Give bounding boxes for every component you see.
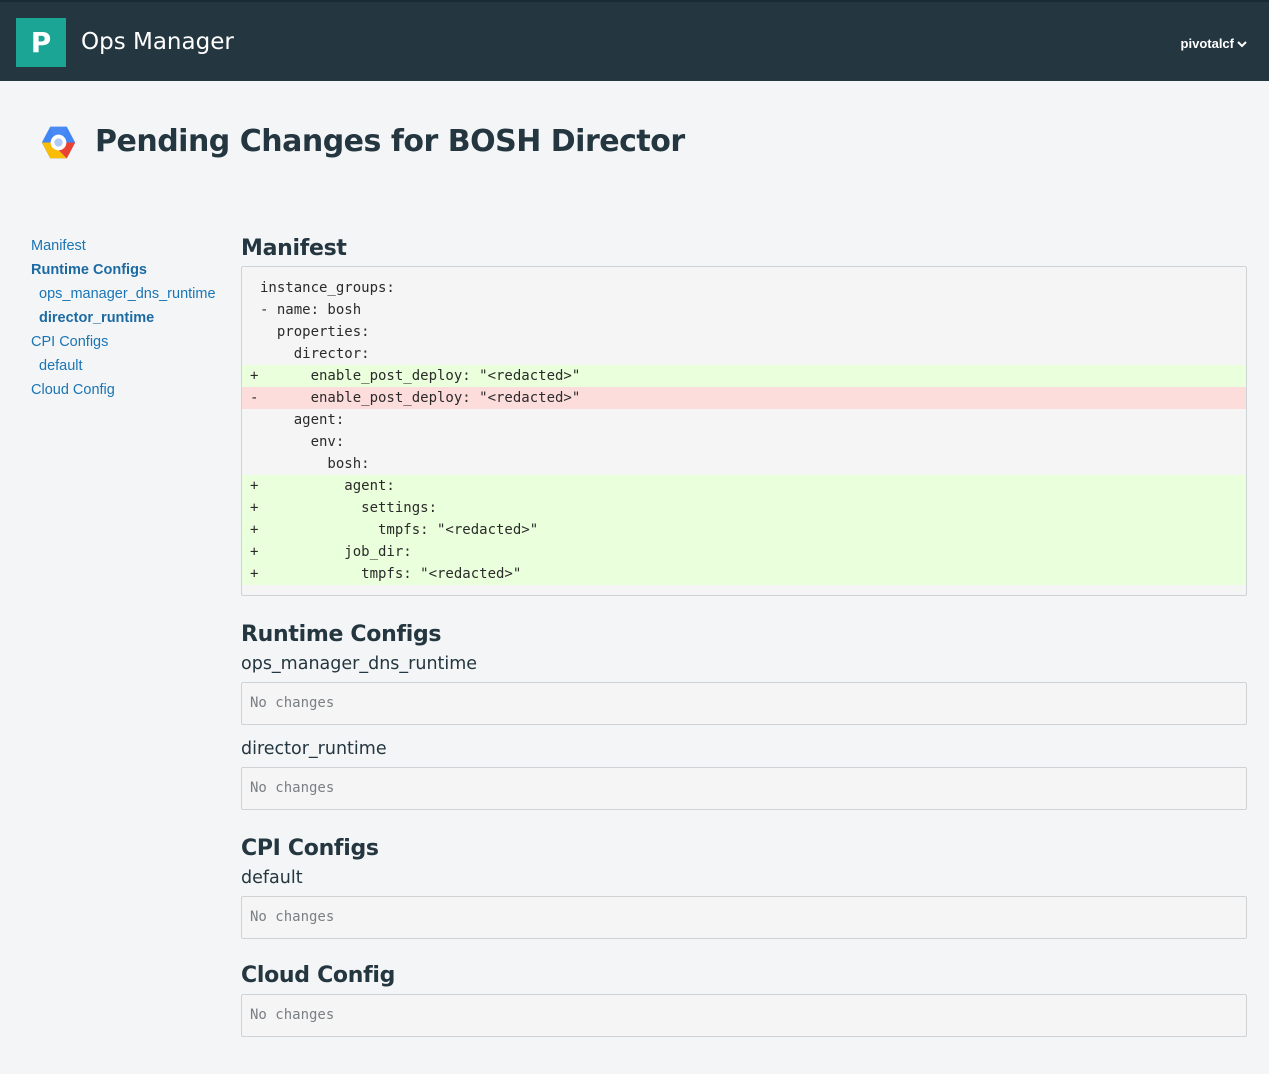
diff-line-del: - enable_post_deploy: "<redacted>" <box>242 387 1246 409</box>
diff-text: tmpfs: "<redacted>" <box>260 566 522 582</box>
diff-text: env: <box>260 434 345 450</box>
diff-line-ctx: bosh: <box>242 453 1246 475</box>
main-content: Manifest instance_groups: - name: bosh pr… <box>241 234 1247 1037</box>
diff-marker: + <box>250 478 259 494</box>
diff-marker: + <box>250 522 259 538</box>
chevron-down-icon <box>1237 41 1247 48</box>
google-cloud-hexagon-icon <box>41 126 76 158</box>
diff-marker: - <box>250 390 259 406</box>
diff-line-ctx: env: <box>242 431 1246 453</box>
cpi-config-diff: No changes <box>241 896 1247 939</box>
user-name: pivotalcf <box>1180 36 1234 51</box>
diff-text: enable_post_deploy: "<redacted>" <box>260 368 581 384</box>
sidebar-item-default[interactable]: default <box>31 354 231 378</box>
diff-marker: + <box>250 500 259 516</box>
app-title[interactable]: Ops Manager <box>81 28 234 56</box>
top-navbar: P Ops Manager pivotalcf <box>0 0 1269 81</box>
cloud-config-heading: Cloud Config <box>241 963 396 988</box>
diff-text: - name: bosh <box>260 302 362 318</box>
sidebar-item-cloud-config[interactable]: Cloud Config <box>31 378 231 402</box>
diff-line-add: + enable_post_deploy: "<redacted>" <box>242 365 1246 387</box>
diff-marker: + <box>250 368 259 384</box>
sidebar-item-manifest[interactable]: Manifest <box>31 234 231 258</box>
diff-marker: + <box>250 566 259 582</box>
sidebar-nav: Manifest Runtime Configs ops_manager_dns… <box>31 234 231 402</box>
sidebar-item-ops-manager-dns-runtime[interactable]: ops_manager_dns_runtime <box>31 282 231 306</box>
diff-line-ctx: properties: <box>242 321 1246 343</box>
sidebar-item-director-runtime[interactable]: director_runtime <box>31 306 231 330</box>
runtime-config-diff: No changes <box>241 682 1247 725</box>
diff-text: instance_groups: <box>260 280 395 296</box>
diff-line-ctx: instance_groups: <box>242 277 1246 299</box>
page-title: Pending Changes for BOSH Director <box>95 124 685 159</box>
diff-text: job_dir: <box>260 544 412 560</box>
user-menu-dropdown[interactable]: pivotalcf <box>1181 36 1247 52</box>
diff-text: properties: <box>260 324 370 340</box>
diff-text: bosh: <box>260 456 370 472</box>
diff-line-ctx: director: <box>242 343 1246 365</box>
diff-line-add: + job_dir: <box>242 541 1246 563</box>
pivotal-logo[interactable]: P <box>16 18 66 67</box>
cpi-config-name: default <box>241 868 303 888</box>
diff-line-add: + tmpfs: "<redacted>" <box>242 519 1246 541</box>
diff-line-add: + tmpfs: "<redacted>" <box>242 563 1246 585</box>
diff-marker: + <box>250 544 259 560</box>
diff-text: director: <box>260 346 370 362</box>
diff-text: agent: <box>260 412 345 428</box>
diff-line-ctx: - name: bosh <box>242 299 1246 321</box>
runtime-config-diff: No changes <box>241 767 1247 810</box>
sidebar-item-runtime-configs[interactable]: Runtime Configs <box>31 258 231 282</box>
sidebar-item-cpi-configs[interactable]: CPI Configs <box>31 330 231 354</box>
diff-line-ctx: agent: <box>242 409 1246 431</box>
runtime-config-name: director_runtime <box>241 739 387 759</box>
diff-line-add: + settings: <box>242 497 1246 519</box>
manifest-diff: instance_groups: - name: bosh properties:… <box>241 266 1247 596</box>
page-header: Pending Changes for BOSH Director <box>40 122 685 162</box>
diff-text: enable_post_deploy: "<redacted>" <box>260 390 581 406</box>
diff-line-add: + agent: <box>242 475 1246 497</box>
runtime-configs-heading: Runtime Configs <box>241 622 442 647</box>
manifest-heading: Manifest <box>241 236 347 261</box>
runtime-config-name: ops_manager_dns_runtime <box>241 654 478 674</box>
diff-text: agent: <box>260 478 395 494</box>
diff-text: tmpfs: "<redacted>" <box>260 522 539 538</box>
cpi-configs-heading: CPI Configs <box>241 836 379 861</box>
diff-text: settings: <box>260 500 438 516</box>
cloud-config-diff: No changes <box>241 994 1247 1037</box>
